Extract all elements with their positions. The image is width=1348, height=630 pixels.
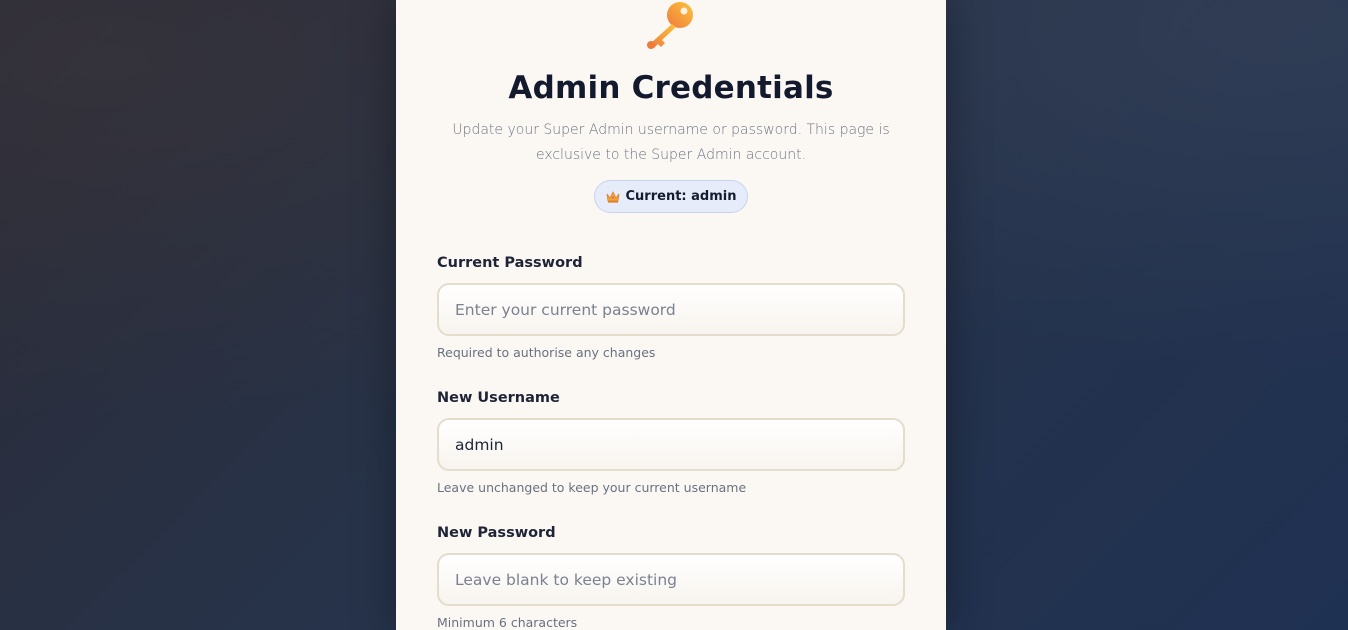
- new-password-field-wrapper: [437, 553, 905, 606]
- key-icon: [647, 2, 693, 49]
- new-username-hint: Leave unchanged to keep your current use…: [437, 480, 747, 495]
- current-password-hint: Required to authorise any changes: [437, 345, 656, 360]
- page-subtitle: Update your Super Admin username or pass…: [452, 122, 890, 163]
- new-password-input[interactable]: [455, 570, 887, 589]
- current-user-badge-text: Current: admin: [625, 189, 737, 204]
- new-password-hint: Minimum 6 characters: [437, 615, 578, 630]
- crown-icon: [606, 190, 619, 203]
- new-username-input[interactable]: [455, 435, 887, 454]
- current-user-badge: Current: admin: [594, 180, 748, 213]
- credentials-card: Admin Credentials Update your Super Admi…: [396, 0, 946, 630]
- new-password-label: New Password: [437, 525, 556, 541]
- current-password-input[interactable]: [455, 300, 887, 319]
- new-username-label: New Username: [437, 390, 560, 406]
- current-password-label: Current Password: [437, 255, 583, 271]
- current-password-field-wrapper: [437, 283, 905, 336]
- new-username-field-wrapper: [437, 418, 905, 471]
- page-title: Admin Credentials: [508, 70, 834, 106]
